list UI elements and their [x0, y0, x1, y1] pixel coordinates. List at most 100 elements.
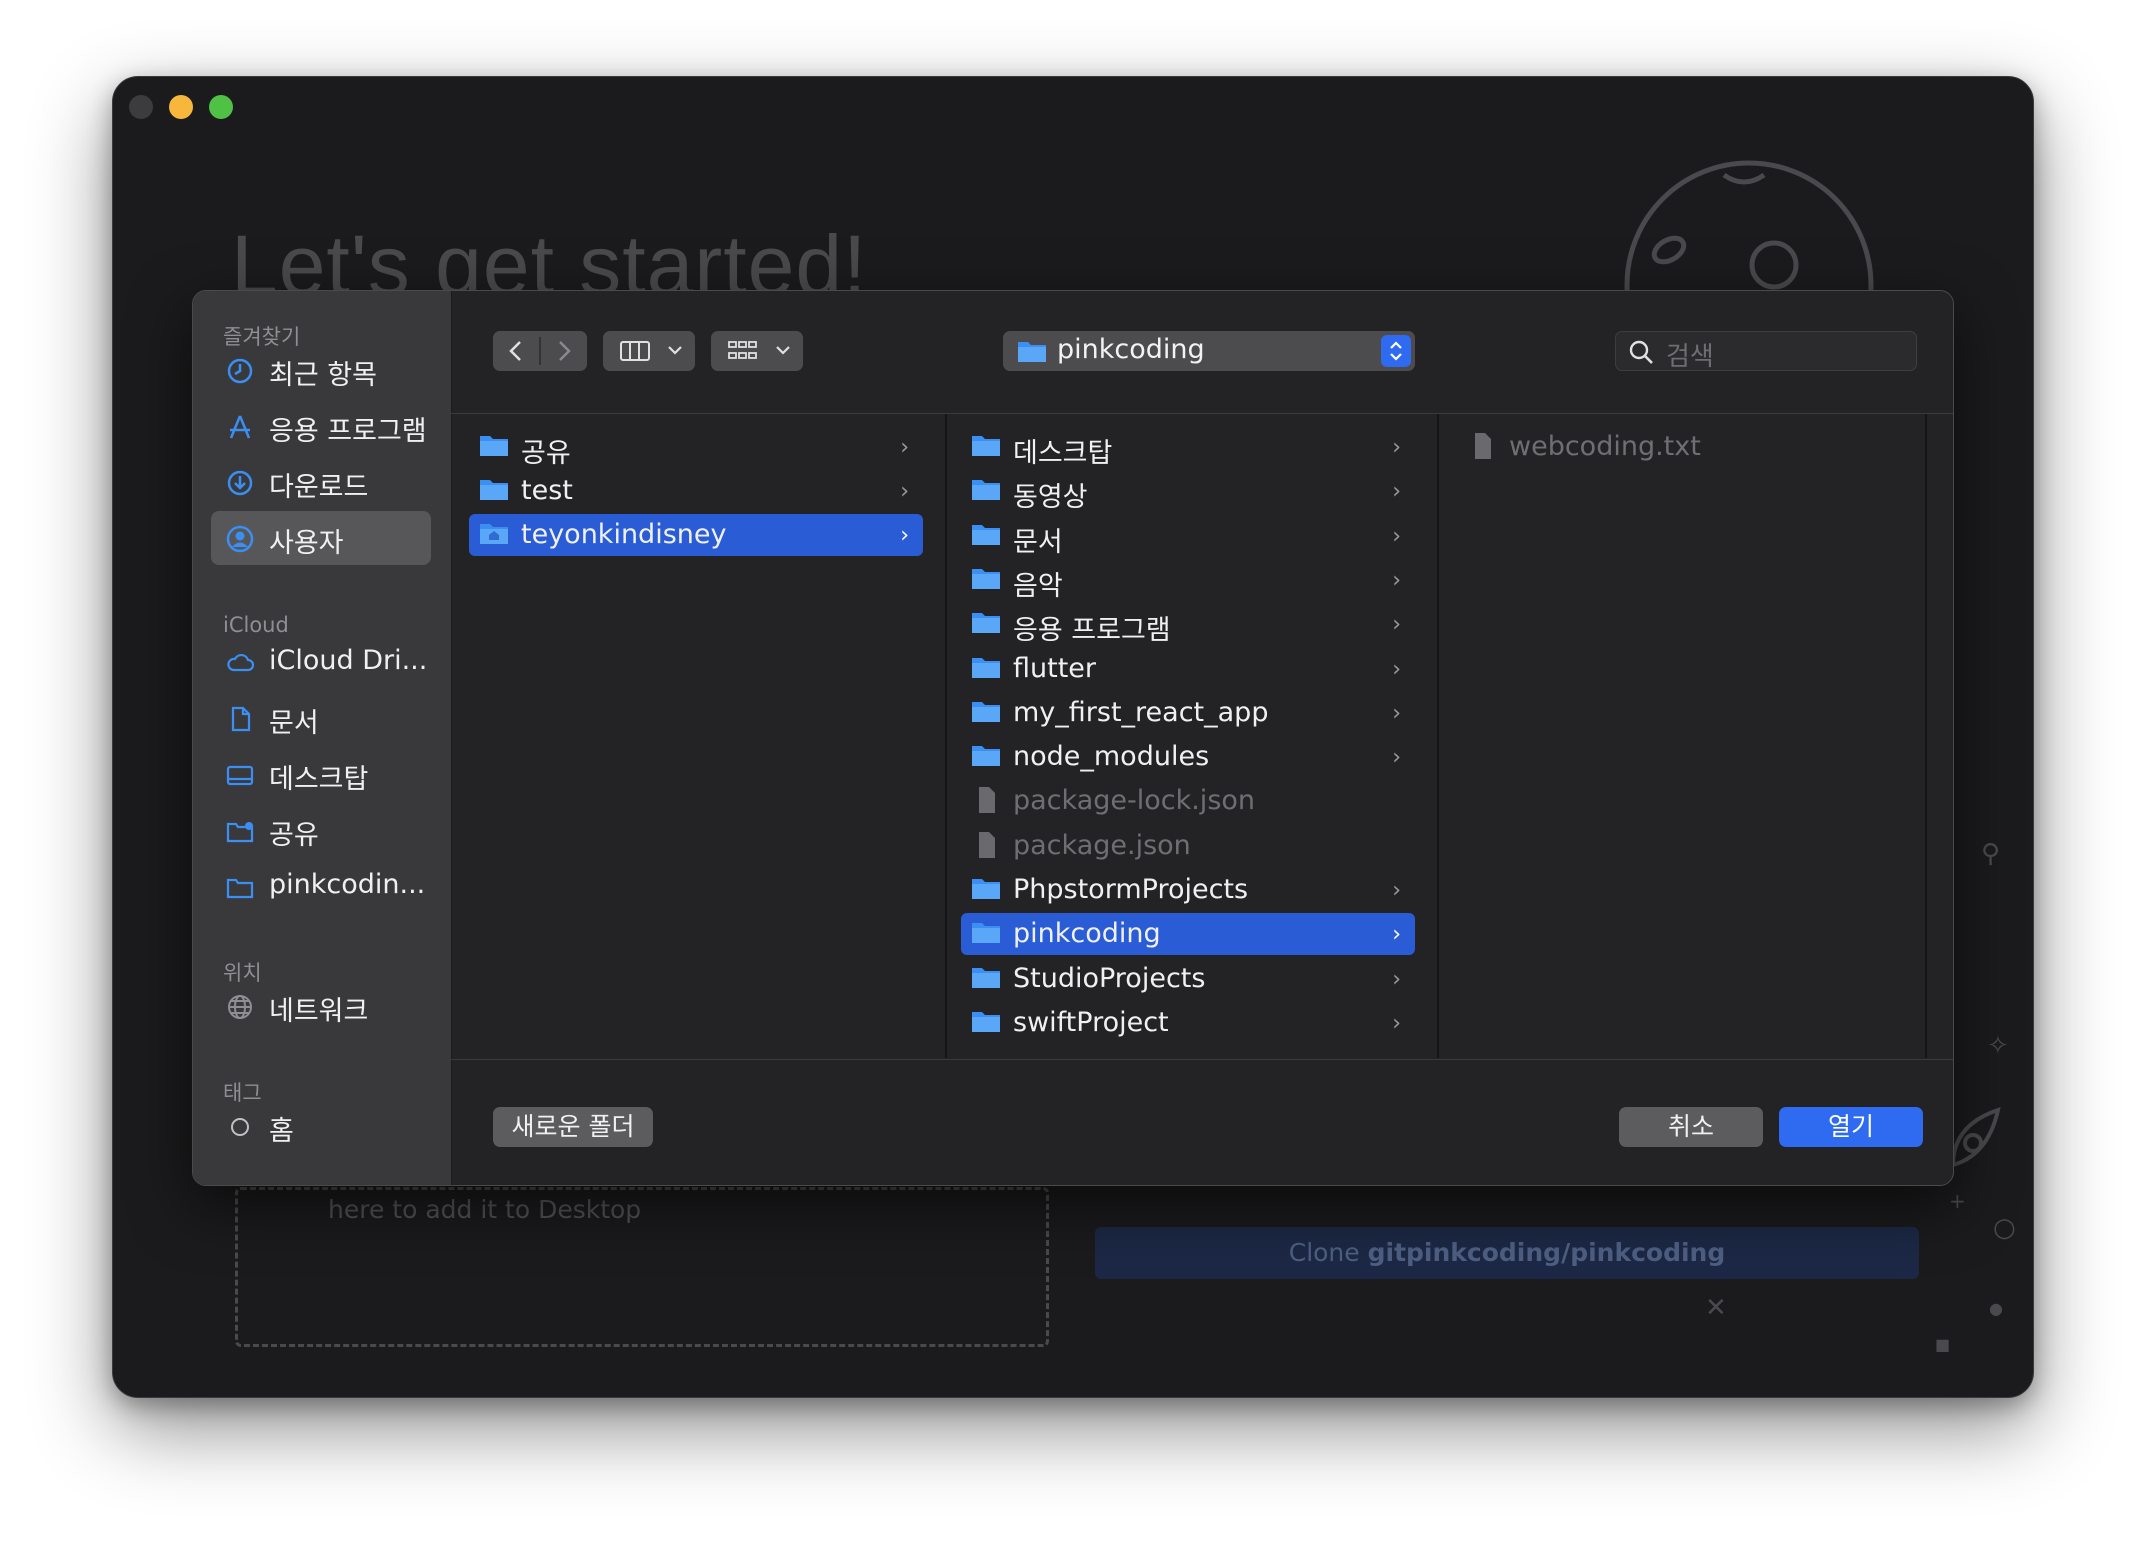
folder-icon [480, 480, 508, 500]
location-stepper[interactable] [1381, 335, 1411, 367]
forward-button[interactable] [541, 331, 587, 371]
sidebar-item-shared[interactable]: 공유 [211, 803, 431, 857]
telescope-icon: ⚲ [1981, 839, 2001, 869]
folder-icon [972, 701, 1000, 722]
tag-circle-icon [231, 1118, 249, 1136]
folder-icon [972, 480, 1000, 501]
list-item-teyonkindisney[interactable]: teyonkindisney › [469, 514, 923, 556]
sidebar-item-label: 홈 [269, 1116, 294, 1147]
list-item-label: 문서 [1013, 526, 1063, 558]
list-item-label: 데스크탑 [1013, 438, 1113, 469]
chevron-right-icon [559, 341, 571, 361]
chevron-right-icon: › [1392, 523, 1401, 549]
window-zoom-button[interactable] [209, 95, 233, 119]
sidebar-item-label: 문서 [269, 708, 319, 739]
list-item-test[interactable]: test › [469, 470, 923, 512]
search-icon [1629, 340, 1653, 364]
list-item-label: pinkcoding [1013, 918, 1161, 950]
list-item-label: webcoding.txt [1509, 431, 1701, 462]
open-button[interactable]: 열기 [1779, 1107, 1923, 1147]
sidebar-item-desktop[interactable]: 데스크탑 [211, 747, 431, 801]
column-divider [1925, 414, 1927, 1058]
list-item-pinkcoding[interactable]: pinkcoding › [961, 913, 1415, 956]
list-item-flutter[interactable]: flutter › [961, 648, 1415, 690]
footer-divider [451, 1059, 1953, 1060]
sidebar-section-icloud: iCloud [223, 613, 289, 637]
sidebar-item-icloud-drive[interactable]: iCloud Dri... [211, 635, 431, 689]
list-item-label: 동영상 [1013, 482, 1088, 514]
list-item-label: StudioProjects [1013, 962, 1206, 994]
sidebar-item-label: 응용 프로그램 [269, 416, 427, 447]
chevron-down-icon [668, 346, 682, 355]
folder-icon [972, 436, 1000, 456]
sidebar-item-documents[interactable]: 문서 [211, 691, 431, 745]
browser-column-2-list: 데스크탑 › 동영상 › 문서 › 음악 › 응용 프로그램 › flutter › my_first_… [947, 414, 1437, 1058]
sidebar-item-label: 공유 [269, 820, 319, 851]
chevron-right-icon: › [1392, 1010, 1401, 1036]
chevron-right-icon: › [1392, 922, 1401, 948]
chevron-right-icon: › [1392, 435, 1401, 460]
list-item-package-lock-json[interactable]: package-lock.json [961, 780, 1415, 822]
home-folder-icon [480, 524, 508, 544]
window-close-button[interactable] [129, 95, 153, 119]
chevron-right-icon: › [1392, 966, 1401, 992]
sparkle-icon: ✧ [1987, 1031, 2009, 1061]
folder-icon [972, 879, 1000, 899]
list-item[interactable]: 음악 › [961, 559, 1415, 602]
new-folder-button[interactable]: 새로운 폴더 [493, 1107, 653, 1147]
list-item[interactable]: 응용 프로그램 › [961, 603, 1415, 646]
sidebar-item-label: iCloud Dri... [269, 645, 428, 676]
sidebar-item-downloads[interactable]: 다운로드 [211, 455, 431, 509]
list-item-label: flutter [1013, 652, 1097, 684]
chevron-right-icon: › [1392, 567, 1401, 593]
list-item[interactable]: 동영상 › [961, 470, 1415, 514]
list-item[interactable]: 데스크탑 › [961, 426, 1415, 469]
list-item-swiftproject[interactable]: swiftProject › [961, 1002, 1415, 1044]
document-icon [231, 706, 251, 732]
clone-prefix: Clone [1288, 1238, 1368, 1267]
dot-deco-icon: ● [1989, 1299, 2003, 1318]
dot-deco-icon: ■ [1935, 1335, 1951, 1354]
search-input[interactable]: 검색 [1615, 331, 1917, 372]
sidebar-item-user[interactable]: 사용자 [211, 511, 431, 565]
folder-icon [1018, 342, 1046, 362]
sidebar-item-pinkcoding[interactable]: pinkcodin... [211, 859, 431, 913]
drop-zone-text: here to add it to Desktop [328, 1195, 642, 1224]
sidebar-item-tag-home[interactable]: 홈 [211, 1099, 431, 1153]
browser-column-3: webcoding.txt [1439, 414, 1923, 1058]
chevron-down-icon [776, 346, 790, 355]
list-item-studioprojects[interactable]: StudioProjects › [961, 958, 1415, 1000]
sidebar-item-label: 사용자 [269, 528, 344, 559]
group-by-button[interactable] [711, 331, 803, 371]
chevron-right-icon: › [1392, 700, 1401, 726]
list-item-webcoding-txt[interactable]: webcoding.txt [1457, 426, 1911, 468]
cancel-button[interactable]: 취소 [1619, 1107, 1763, 1147]
view-mode-button[interactable] [603, 331, 695, 371]
list-item-package-json[interactable]: package.json [961, 825, 1415, 867]
nav-button-group [493, 331, 587, 371]
list-item-label: package.json [1013, 829, 1191, 861]
chevron-right-icon: › [1392, 745, 1401, 771]
sidebar-item-recents[interactable]: 최근 항목 [211, 343, 431, 397]
list-item-shared[interactable]: 공유 › [469, 426, 923, 469]
clone-repository-button[interactable]: Clone gitpinkcoding/pinkcoding [1095, 1227, 1919, 1279]
user-icon [226, 525, 254, 553]
sidebar-item-label: 데스크탑 [269, 764, 369, 795]
file-icon [979, 831, 995, 858]
clone-repo-name: gitpinkcoding/pinkcoding [1367, 1238, 1726, 1267]
list-item-label: node_modules [1013, 741, 1210, 773]
sidebar-item-applications[interactable]: 응용 프로그램 [211, 399, 431, 453]
window-minimize-button[interactable] [169, 95, 193, 119]
list-item-node-modules[interactable]: node_modules › [961, 736, 1415, 778]
list-item[interactable]: 문서 › [961, 515, 1415, 558]
location-popup[interactable]: pinkcoding [1003, 331, 1415, 371]
chevron-right-icon: › [1392, 656, 1401, 682]
clock-icon [227, 358, 253, 384]
list-item-phpstormprojects[interactable]: PhpstormProjects › [961, 869, 1415, 911]
list-item-my-first-react-app[interactable]: my_first_react_app › [961, 692, 1415, 734]
sidebar-item-network[interactable]: 네트워크 [211, 979, 431, 1033]
folder-icon [972, 657, 1000, 678]
list-item-label: test [521, 475, 573, 506]
back-button[interactable] [493, 331, 539, 371]
grid-icon [728, 341, 757, 359]
